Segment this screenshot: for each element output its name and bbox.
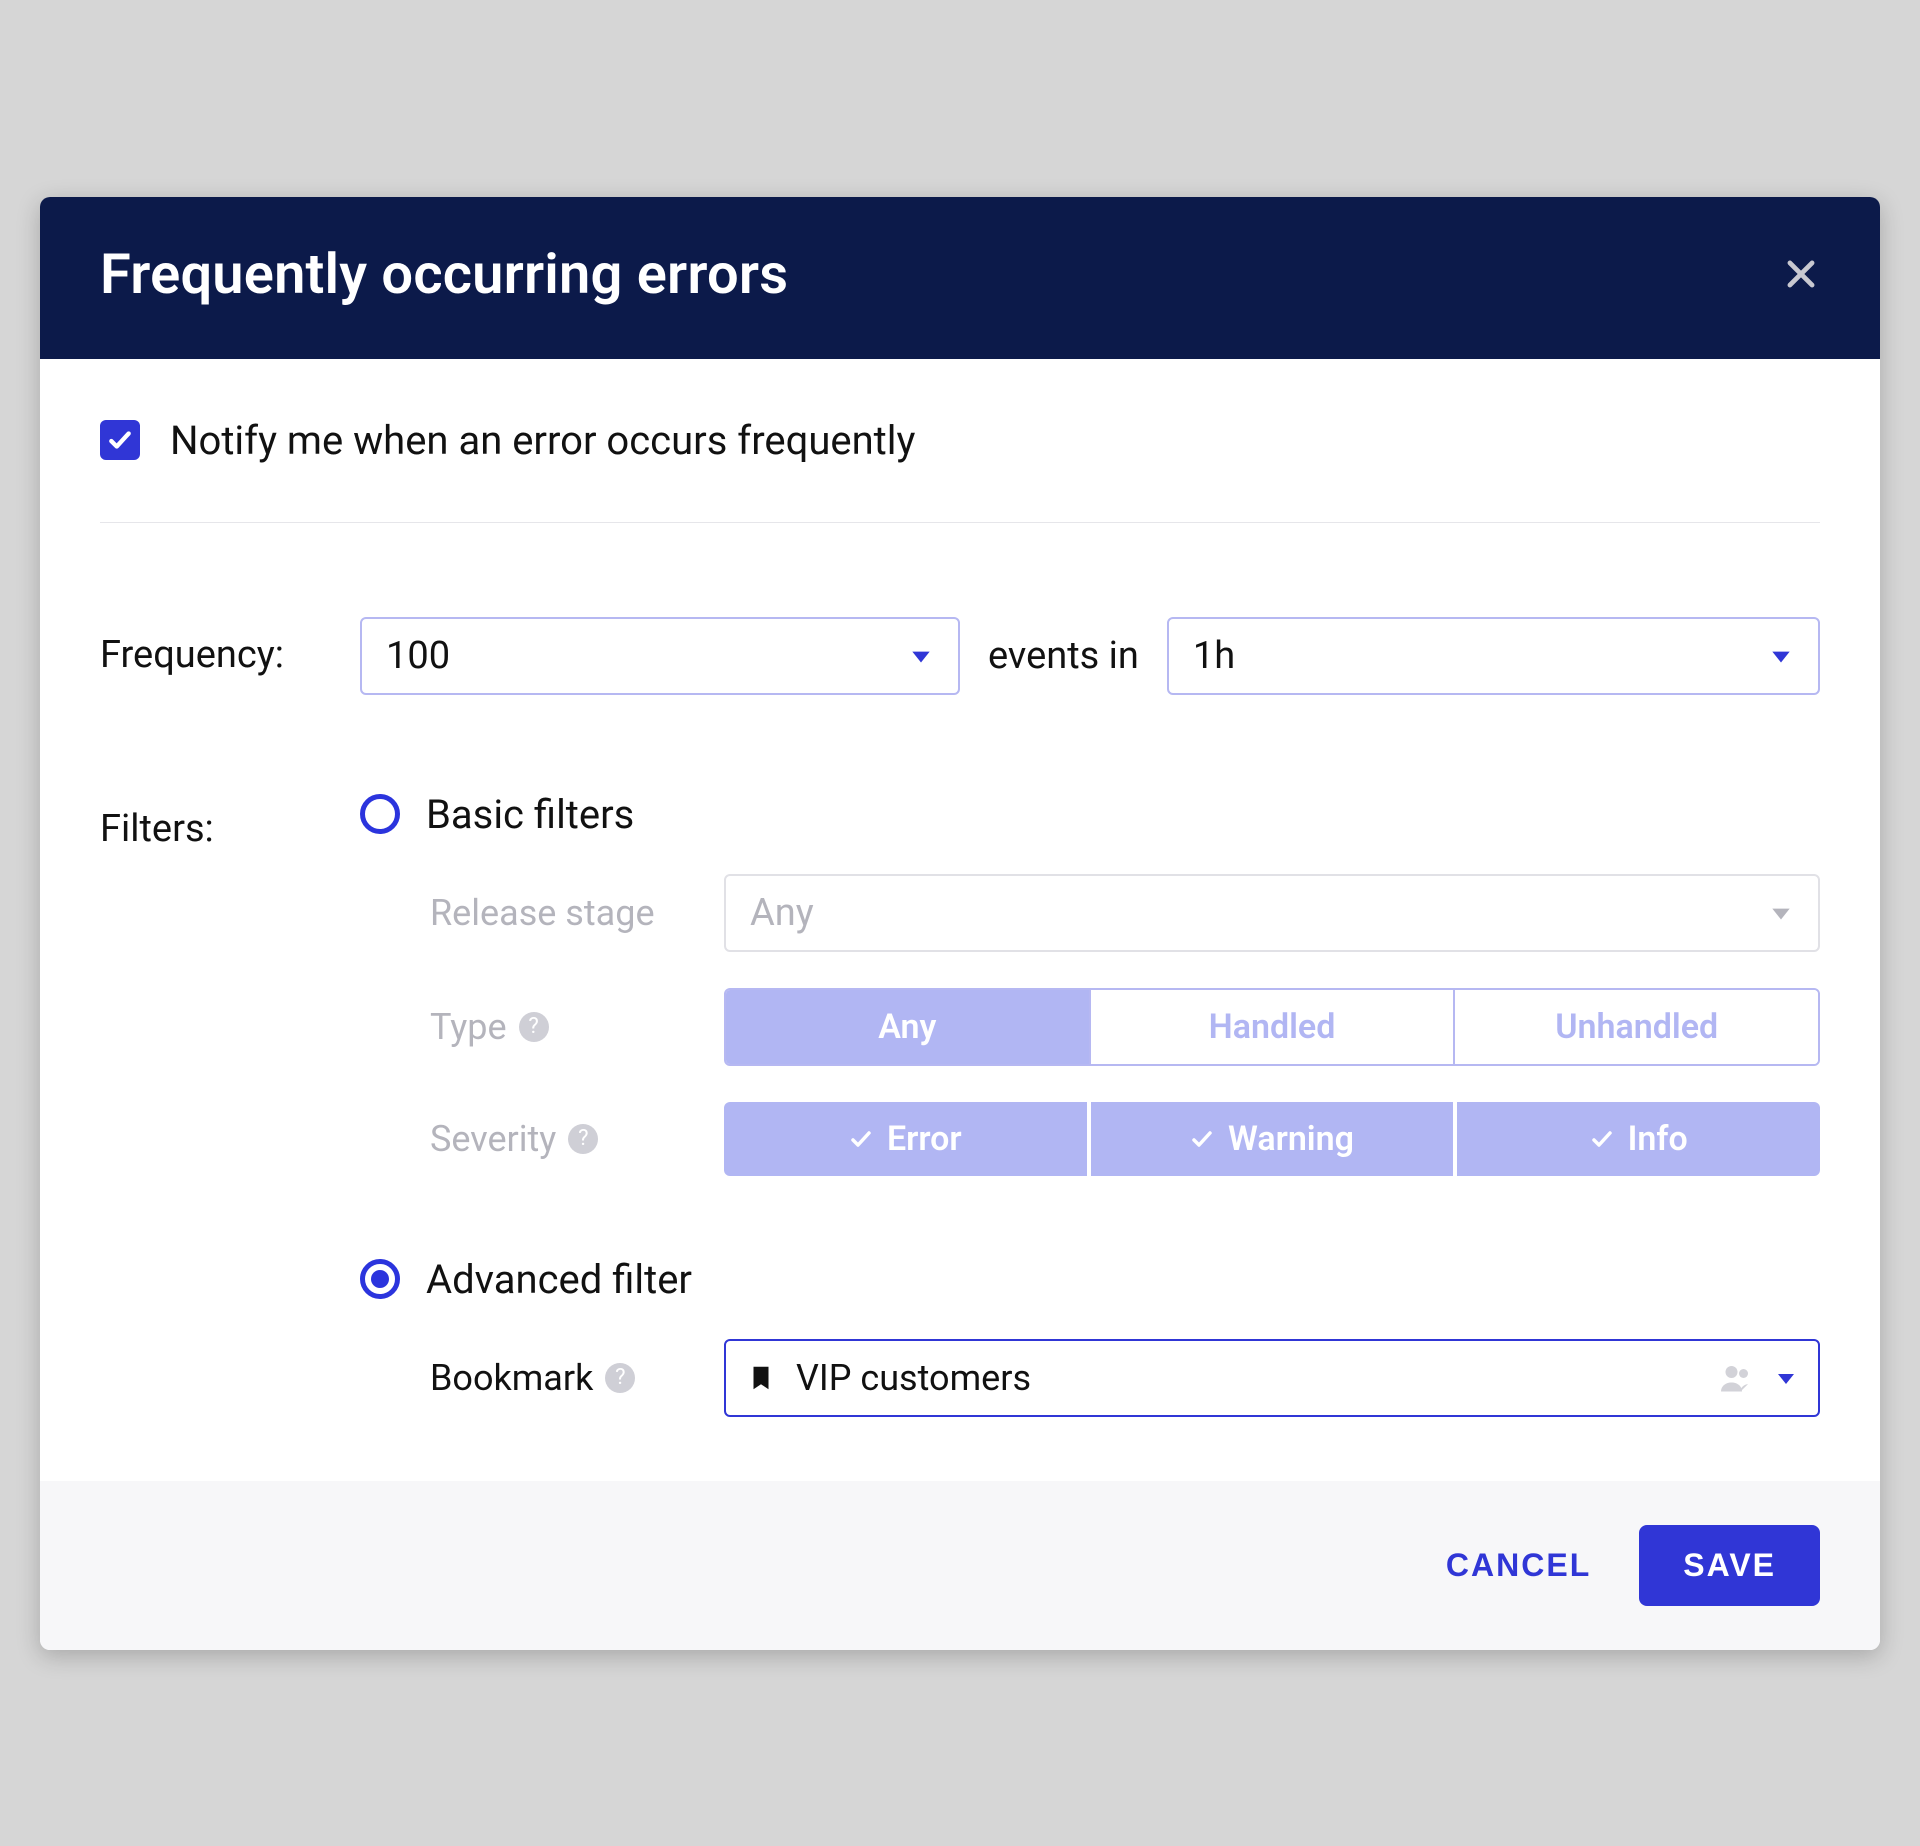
help-icon[interactable]: ?: [605, 1363, 635, 1393]
type-option-unhandled[interactable]: Unhandled: [1455, 990, 1818, 1064]
severity-option-warning[interactable]: Warning: [1091, 1102, 1458, 1176]
filters-label: Filters:: [100, 791, 326, 851]
severity-option-error[interactable]: Error: [724, 1102, 1091, 1176]
filters-row: Filters: Basic filters Release stage Any: [100, 791, 1820, 1417]
people-icon: [1718, 1360, 1754, 1396]
severity-label-text: Severity: [430, 1118, 556, 1160]
frequency-controls: 100 events in 1h: [360, 617, 1820, 695]
release-stage-label-text: Release stage: [430, 892, 655, 934]
check-icon: [107, 427, 133, 453]
type-option-any[interactable]: Any: [726, 990, 1091, 1064]
advanced-filter-radio-row: Advanced filter: [360, 1256, 1820, 1303]
close-button[interactable]: [1782, 255, 1820, 293]
notify-checkbox[interactable]: [100, 420, 140, 460]
frequency-count-value: 100: [386, 634, 450, 678]
frequency-row: Frequency: 100 events in 1h: [100, 617, 1820, 695]
divider: [100, 522, 1820, 523]
dialog-title: Frequently occurring errors: [100, 241, 788, 307]
dialog-body: Notify me when an error occurs frequentl…: [40, 359, 1880, 1481]
events-in-text: events in: [988, 634, 1139, 678]
dialog-header: Frequently occurring errors: [40, 197, 1880, 359]
severity-row: Severity ? Error: [430, 1102, 1820, 1176]
dialog-frequently-occurring-errors: Frequently occurring errors Notify me wh…: [40, 197, 1880, 1650]
bookmark-select[interactable]: VIP customers: [724, 1339, 1820, 1417]
chevron-down-icon: [1768, 900, 1794, 926]
type-option-any-text: Any: [878, 1007, 936, 1047]
type-option-handled-text: Handled: [1209, 1007, 1336, 1047]
chevron-down-icon: [1774, 1366, 1798, 1390]
bookmark-value: VIP customers: [796, 1357, 1698, 1399]
bookmark-row: Bookmark ? VIP customers: [430, 1339, 1820, 1417]
advanced-filter-block: Bookmark ? VIP customers: [360, 1339, 1820, 1417]
close-icon: [1782, 255, 1820, 293]
advanced-filter-radio[interactable]: [360, 1259, 400, 1299]
release-stage-value: Any: [750, 891, 814, 935]
basic-filters-label: Basic filters: [426, 791, 634, 838]
save-button[interactable]: SAVE: [1639, 1525, 1820, 1606]
notify-row: Notify me when an error occurs frequentl…: [100, 417, 1820, 464]
bookmark-label-text: Bookmark: [430, 1357, 593, 1399]
severity-option-warning-text: Warning: [1228, 1119, 1354, 1159]
dialog-footer: CANCEL SAVE: [40, 1481, 1880, 1650]
help-icon[interactable]: ?: [519, 1012, 549, 1042]
type-row: Type ? Any Handled Unhandled: [430, 988, 1820, 1066]
severity-label: Severity ?: [430, 1118, 724, 1160]
type-label-text: Type: [430, 1006, 507, 1048]
frequency-count-select[interactable]: 100: [360, 617, 960, 695]
check-icon: [1590, 1127, 1614, 1151]
notify-label: Notify me when an error occurs frequentl…: [170, 417, 915, 464]
chevron-down-icon: [1768, 643, 1794, 669]
basic-filters-radio-row: Basic filters: [360, 791, 1820, 838]
type-option-unhandled-text: Unhandled: [1555, 1007, 1718, 1047]
filters-column: Basic filters Release stage Any: [360, 791, 1820, 1417]
frequency-window-value: 1h: [1193, 634, 1235, 678]
basic-filters-block: Release stage Any Type ?: [360, 874, 1820, 1176]
type-option-handled[interactable]: Handled: [1091, 990, 1456, 1064]
type-segmented: Any Handled Unhandled: [724, 988, 1820, 1066]
severity-option-info-text: Info: [1628, 1119, 1688, 1159]
basic-filters-radio[interactable]: [360, 794, 400, 834]
severity-option-error-text: Error: [887, 1119, 962, 1159]
advanced-filter-label: Advanced filter: [426, 1256, 692, 1303]
help-icon[interactable]: ?: [568, 1124, 598, 1154]
release-stage-select: Any: [724, 874, 1820, 952]
bookmark-icon: [746, 1363, 776, 1393]
release-stage-label: Release stage: [430, 892, 724, 934]
bookmark-label: Bookmark ?: [430, 1357, 724, 1399]
frequency-window-select[interactable]: 1h: [1167, 617, 1820, 695]
check-icon: [849, 1127, 873, 1151]
chevron-down-icon: [908, 643, 934, 669]
release-stage-row: Release stage Any: [430, 874, 1820, 952]
severity-segmented: Error Warning: [724, 1102, 1820, 1176]
frequency-label: Frequency:: [100, 617, 326, 677]
check-icon: [1190, 1127, 1214, 1151]
cancel-button[interactable]: CANCEL: [1446, 1547, 1591, 1584]
severity-option-info[interactable]: Info: [1457, 1102, 1820, 1176]
type-label: Type ?: [430, 1006, 724, 1048]
